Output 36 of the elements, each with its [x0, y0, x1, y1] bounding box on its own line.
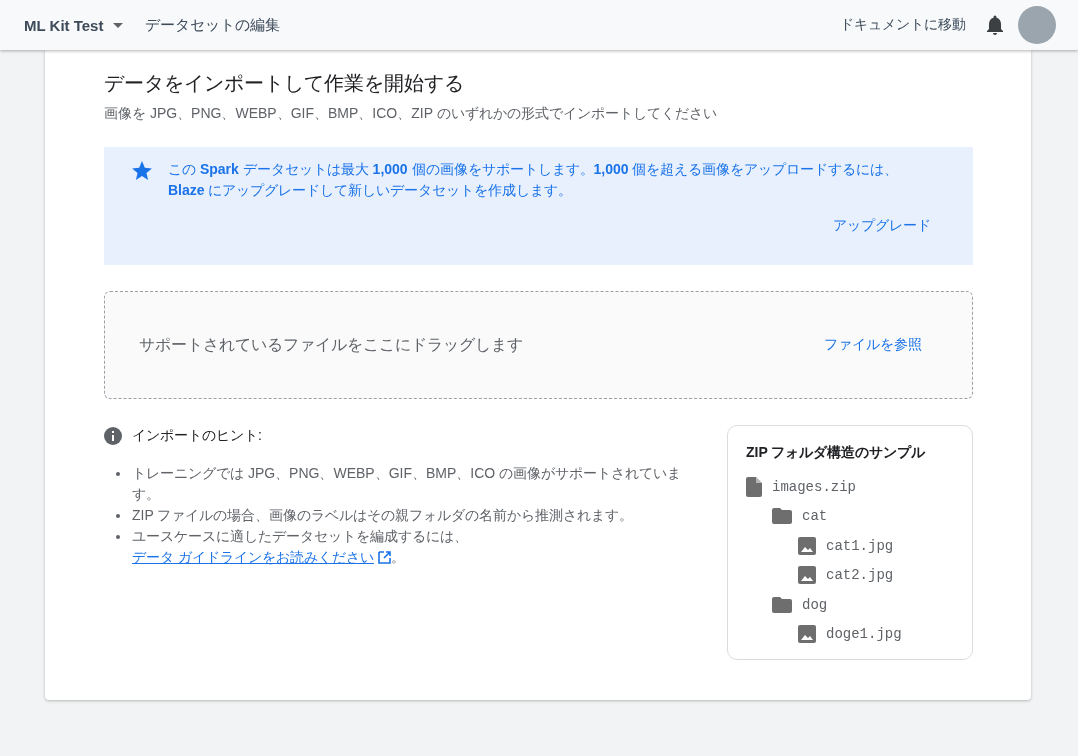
tips-title: インポートのヒント:: [132, 427, 262, 445]
caret-icon: [113, 22, 124, 28]
page-heading: データをインポートして作業を開始する: [104, 71, 465, 96]
tip-text: ZIP ファイルの場合、画像のラベルはその親フォルダの名前から推測されます。: [132, 506, 635, 525]
file-icon: [746, 476, 762, 497]
notice-text: この Spark データセットは最大 1,000 個の画像をサポートします。1,000 個を超える画像をアップロードするには、Blaze にアップグレードして新しいデータセットを作成します。: [168, 160, 900, 200]
browse-files-link[interactable]: ファイルを参照: [824, 336, 922, 354]
folder-icon: [772, 508, 792, 525]
image-icon: [798, 625, 816, 644]
star-icon: [132, 161, 152, 180]
upgrade-link[interactable]: アップグレード: [833, 217, 931, 235]
page-title: データセットの編集: [145, 15, 281, 35]
image-icon: [798, 566, 816, 585]
folder-icon: [772, 596, 792, 613]
tip-text: トレーニングでは JPG、PNG、WEBP、GIF、BMP、ICO の画像がサポートされています。: [132, 464, 683, 504]
bullet-icon: [116, 472, 120, 476]
sample-title: ZIP フォルダ構造のサンプル: [746, 444, 927, 462]
tree-item-name: doge1.jpg: [826, 626, 902, 643]
tree-item-name: cat2.jpg: [826, 567, 894, 584]
external-link-icon: [377, 551, 391, 564]
project-selector[interactable]: ML Kit Test: [24, 16, 124, 34]
subtitle: 画像を JPG、PNG、WEBP、GIF、BMP、ICO、ZIP のいずれかの形式でインポートしてください: [104, 105, 718, 123]
tree-item-name: cat: [802, 508, 828, 525]
notifications-icon[interactable]: [986, 15, 1004, 35]
guidelines-link[interactable]: データ ガイドラインをお読みください: [132, 549, 391, 565]
tip-text: ユースケースに適したデータセットを編成するには、 データ ガイドラインをお読みください 。: [132, 527, 469, 567]
tree-item-name: images.zip: [772, 478, 856, 495]
tree-item-name: cat1.jpg: [826, 537, 894, 554]
info-icon: [104, 427, 122, 445]
drop-zone[interactable]: サポートされているファイルをここにドラッグします ファイルを参照: [104, 291, 973, 399]
image-icon: [798, 536, 816, 555]
drop-hint: サポートされているファイルをここにドラッグします: [139, 334, 523, 355]
tree-item-name: dog: [802, 596, 828, 613]
docs-link[interactable]: ドキュメントに移動: [840, 16, 966, 34]
bullet-icon: [116, 514, 120, 518]
bullet-icon: [116, 535, 120, 539]
